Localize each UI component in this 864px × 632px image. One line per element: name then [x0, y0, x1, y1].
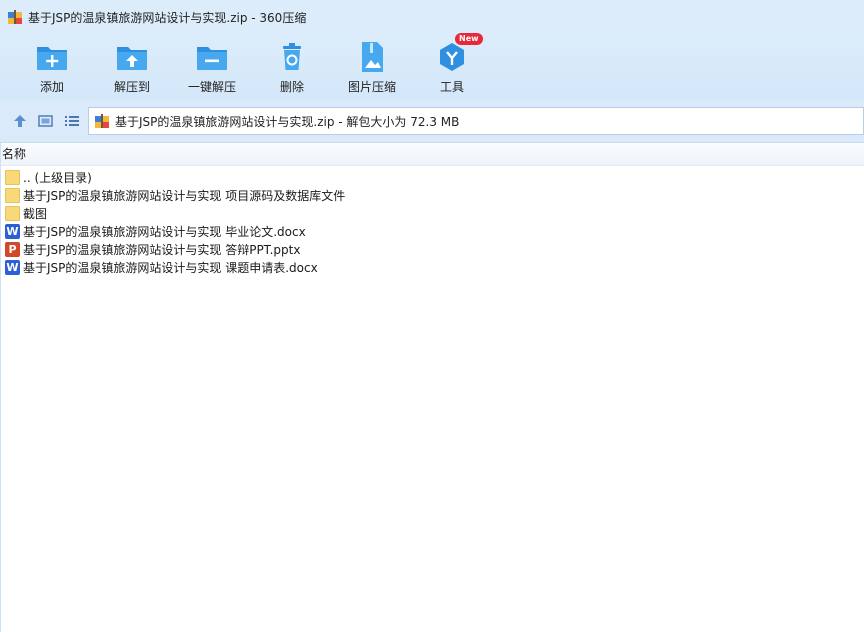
extract-to-label: 解压到 — [113, 80, 150, 94]
word-document-icon: W — [5, 259, 20, 275]
zip-archive-icon — [7, 9, 23, 25]
one-click-extract-label: 一键解压 — [187, 80, 236, 94]
file-name: 基于JSP的温泉镇旅游网站设计与实现 毕业论文.docx — [23, 224, 306, 239]
folder-icon — [5, 169, 20, 185]
file-name: 截图 — [23, 206, 48, 221]
image-compress-label: 图片压缩 — [347, 80, 396, 94]
one-click-extract-button[interactable]: 一键解压 — [176, 40, 248, 96]
folder-icon — [5, 205, 20, 221]
extract-folder-icon — [115, 40, 149, 74]
image-compress-icon — [355, 40, 389, 74]
new-badge: New — [455, 33, 483, 45]
window-title: 基于JSP的温泉镇旅游网站设计与实现.zip - 360压缩 — [28, 10, 307, 25]
add-button[interactable]: 添加 — [16, 40, 88, 96]
up-arrow-icon[interactable] — [11, 112, 29, 130]
folder-icon — [5, 187, 20, 203]
tools-label: 工具 — [439, 80, 464, 94]
recycle-bin-icon — [275, 40, 309, 74]
list-item[interactable]: 基于JSP的温泉镇旅游网站设计与实现 项目源码及数据库文件 — [1, 186, 864, 204]
file-name: 基于JSP的温泉镇旅游网站设计与实现 课题申请表.docx — [23, 260, 318, 275]
zip-archive-icon — [94, 113, 110, 129]
powerpoint-document-icon: P — [5, 241, 20, 257]
delete-label: 删除 — [279, 80, 304, 94]
title-bar: 基于JSP的温泉镇旅游网站设计与实现.zip - 360压缩 — [0, 0, 864, 34]
tools-icon: New — [435, 33, 483, 74]
word-document-icon: W — [5, 223, 20, 239]
extract-to-button[interactable]: 解压到 — [96, 40, 168, 96]
list-item[interactable]: W 基于JSP的温泉镇旅游网站设计与实现 课题申请表.docx — [1, 258, 864, 276]
delete-button[interactable]: 删除 — [256, 40, 328, 96]
file-name: 基于JSP的温泉镇旅游网站设计与实现 项目源码及数据库文件 — [23, 188, 346, 203]
list-item[interactable]: .. (上级目录) — [1, 168, 864, 186]
toolbar: 添加 解压到 一键解压 删除 图片压缩 New 工具 — [0, 33, 864, 100]
list-item[interactable]: W 基于JSP的温泉镇旅游网站设计与实现 毕业论文.docx — [1, 222, 864, 240]
column-header-name[interactable]: 名称 — [1, 143, 864, 166]
file-list: .. (上级目录) 基于JSP的温泉镇旅游网站设计与实现 项目源码及数据库文件 … — [1, 168, 864, 276]
list-item[interactable]: P 基于JSP的温泉镇旅游网站设计与实现 答辩PPT.pptx — [1, 240, 864, 258]
navigation-bar: 基于JSP的温泉镇旅游网站设计与实现.zip - 解包大小为 72.3 MB — [0, 100, 864, 143]
list-view-icon[interactable] — [63, 112, 81, 130]
address-path: 基于JSP的温泉镇旅游网站设计与实现.zip - 解包大小为 72.3 MB — [115, 114, 460, 129]
add-folder-icon — [35, 40, 69, 74]
file-name: .. (上级目录) — [23, 170, 92, 185]
add-label: 添加 — [39, 80, 64, 94]
address-bar[interactable]: 基于JSP的温泉镇旅游网站设计与实现.zip - 解包大小为 72.3 MB — [88, 107, 864, 135]
one-click-extract-icon — [195, 40, 229, 74]
file-name: 基于JSP的温泉镇旅游网站设计与实现 答辩PPT.pptx — [23, 242, 301, 257]
image-compress-button[interactable]: 图片压缩 — [336, 40, 408, 96]
file-list-pane: 名称 .. (上级目录) 基于JSP的温泉镇旅游网站设计与实现 项目源码及数据库… — [0, 143, 864, 632]
thumbnail-view-icon[interactable] — [37, 112, 55, 130]
tools-button[interactable]: New 工具 — [416, 33, 488, 96]
list-item[interactable]: 截图 — [1, 204, 864, 222]
